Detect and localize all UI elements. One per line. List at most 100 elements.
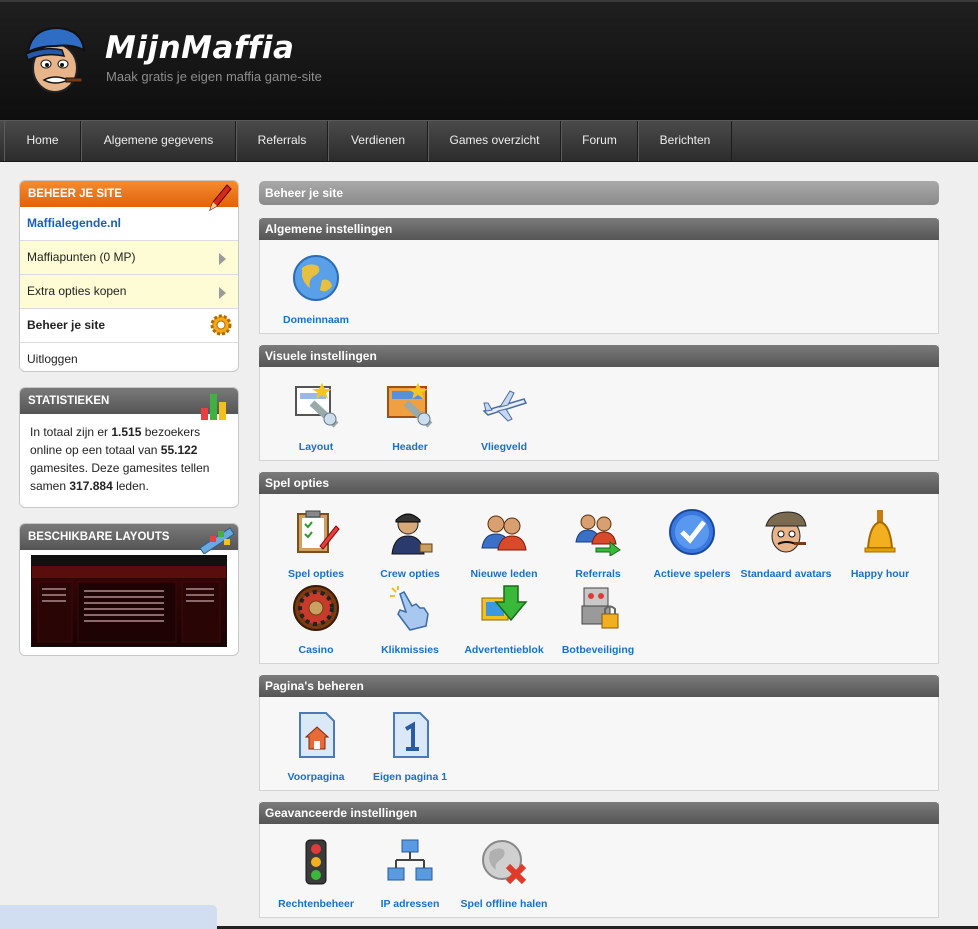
section-title: Visuele instellingen bbox=[259, 345, 939, 367]
advert-icon bbox=[481, 585, 528, 622]
nav-forum[interactable]: Forum bbox=[561, 121, 638, 161]
menu-beheer-je-site[interactable]: Beheer je site bbox=[20, 308, 238, 342]
airplane-icon bbox=[482, 390, 528, 422]
section-title: Spel opties bbox=[259, 472, 939, 494]
home-page-icon bbox=[299, 712, 335, 758]
item-rechtenbeheer[interactable]: Rechtenbeheer bbox=[270, 838, 362, 910]
site-domain-link[interactable]: Maffialegende.nl bbox=[20, 207, 238, 240]
menu-maffiapunten-label: Maffiapunten (0 MP) bbox=[27, 250, 136, 264]
item-label: Klikmissies bbox=[381, 644, 439, 656]
item-spel-offline-halen[interactable]: Spel offline halen bbox=[458, 838, 550, 910]
main-navigation: Home Algemene gegevens Referrals Verdien… bbox=[0, 120, 978, 162]
network-icon bbox=[387, 839, 433, 881]
item-standaard-avatars[interactable]: Standaard avatars bbox=[740, 508, 832, 580]
item-nieuwe-leden[interactable]: Nieuwe leden bbox=[458, 508, 550, 580]
statistics-header: STATISTIEKEN bbox=[20, 388, 238, 420]
item-label: Voorpagina bbox=[287, 771, 345, 783]
layout-icon bbox=[295, 383, 339, 428]
palette-icon bbox=[199, 527, 235, 554]
item-label: Standaard avatars bbox=[740, 568, 832, 580]
layouts-box: BESCHIKBARE LAYOUTS bbox=[19, 523, 239, 656]
stat-sites: 55.122 bbox=[160, 443, 198, 457]
nav-home[interactable]: Home bbox=[4, 121, 81, 161]
arrow-right-icon bbox=[219, 287, 226, 299]
layout-preview-thumbnail[interactable] bbox=[31, 555, 227, 647]
globe-offline-icon bbox=[482, 840, 527, 885]
item-referrals[interactable]: Referrals bbox=[552, 508, 644, 580]
officer-icon bbox=[391, 513, 433, 555]
clipboard-icon bbox=[297, 510, 340, 553]
users-arrow-icon bbox=[575, 514, 621, 557]
item-label: Advertentieblok bbox=[464, 644, 544, 656]
item-label: IP adressen bbox=[380, 898, 440, 910]
item-label: Vliegveld bbox=[480, 441, 528, 453]
mobster-icon bbox=[765, 511, 807, 553]
gear-icon bbox=[210, 314, 232, 336]
bell-icon bbox=[864, 510, 896, 553]
site-title: MijnMaffia bbox=[105, 30, 295, 66]
menu-maffiapunten[interactable]: Maffiapunten (0 MP) bbox=[20, 240, 238, 274]
checkmark-icon bbox=[669, 509, 715, 555]
menu-extra-opties[interactable]: Extra opties kopen bbox=[20, 274, 238, 308]
item-klikmissies[interactable]: Klikmissies bbox=[364, 584, 456, 656]
manage-site-title: BEHEER JE SITE bbox=[28, 188, 122, 200]
item-label: Rechtenbeheer bbox=[278, 898, 354, 910]
nav-berichten[interactable]: Berichten bbox=[638, 121, 732, 161]
item-label: Layout bbox=[298, 441, 334, 453]
item-label: Domeinnaam bbox=[283, 314, 349, 326]
item-casino[interactable]: Casino bbox=[270, 584, 362, 656]
item-spel-opties[interactable]: Spel opties bbox=[270, 508, 362, 580]
item-eigen-pagina-1[interactable]: Eigen pagina 1 bbox=[364, 711, 456, 783]
site-subtitle: Maak gratis je eigen maffia game-site bbox=[106, 69, 322, 84]
section-spel-opties: Spel opties Spel opties Crew opties Nieu… bbox=[259, 472, 939, 664]
nav-verdienen[interactable]: Verdienen bbox=[328, 121, 428, 161]
header-icon bbox=[387, 383, 433, 428]
nav-algemene-gegevens[interactable]: Algemene gegevens bbox=[81, 121, 236, 161]
robot-lock-icon bbox=[581, 587, 619, 629]
item-ip-adressen[interactable]: IP adressen bbox=[364, 838, 456, 910]
item-label: Actieve spelers bbox=[653, 568, 731, 580]
section-title: Pagina's beheren bbox=[259, 675, 939, 697]
page-one-icon bbox=[393, 712, 429, 758]
item-vliegveld[interactable]: Vliegveld bbox=[458, 381, 550, 453]
section-paginas-beheren: Pagina's beheren Voorpagina Eigen pagina… bbox=[259, 675, 939, 791]
item-actieve-spelers[interactable]: Actieve spelers bbox=[646, 508, 738, 580]
stat-visitors: 1.515 bbox=[111, 425, 142, 439]
item-advertentieblok[interactable]: Advertentieblok bbox=[458, 584, 550, 656]
item-label: Spel opties bbox=[287, 568, 344, 580]
item-label: Happy hour bbox=[850, 568, 910, 580]
item-crew-opties[interactable]: Crew opties bbox=[364, 508, 456, 580]
item-layout[interactable]: Layout bbox=[270, 381, 362, 453]
item-domeinnaam[interactable]: Domeinnaam bbox=[270, 254, 362, 326]
item-label: Header bbox=[392, 441, 428, 453]
manage-site-box: BEHEER JE SITE Maffialegende.nl Maffiapu… bbox=[19, 180, 239, 372]
traffic-light-icon bbox=[305, 839, 327, 885]
nav-referrals[interactable]: Referrals bbox=[236, 121, 328, 161]
statistics-text: In totaal zijn er 1.515 bezoekers online… bbox=[30, 425, 210, 493]
item-label: Casino bbox=[298, 644, 334, 656]
menu-extra-opties-label: Extra opties kopen bbox=[27, 284, 127, 298]
statistics-title: STATISTIEKEN bbox=[28, 395, 110, 407]
layouts-title: BESCHIKBARE LAYOUTS bbox=[28, 531, 170, 543]
item-header[interactable]: Header bbox=[364, 381, 456, 453]
page-title: Beheer je site bbox=[259, 181, 939, 205]
section-geavanceerde-instellingen: Geavanceerde instellingen Rechtenbeheer … bbox=[259, 802, 939, 918]
layout-preview-image bbox=[32, 556, 226, 643]
menu-uitloggen[interactable]: Uitloggen bbox=[20, 342, 238, 371]
section-visuele-instellingen: Visuele instellingen Layout Header Vlieg… bbox=[259, 345, 939, 461]
nav-games-overzicht[interactable]: Games overzicht bbox=[428, 121, 561, 161]
section-algemene-instellingen: Algemene instellingen Domeinnaam bbox=[259, 218, 939, 334]
globe-icon bbox=[293, 255, 339, 301]
section-title: Geavanceerde instellingen bbox=[259, 802, 939, 824]
status-bar bbox=[0, 905, 217, 929]
users-icon bbox=[481, 515, 527, 551]
arrow-right-icon bbox=[219, 253, 226, 265]
item-label: Spel offline halen bbox=[460, 898, 548, 910]
item-voorpagina[interactable]: Voorpagina bbox=[270, 711, 362, 783]
item-label: Eigen pagina 1 bbox=[372, 771, 448, 783]
item-happy-hour[interactable]: Happy hour bbox=[834, 508, 926, 580]
item-label: Referrals bbox=[575, 568, 621, 580]
statistics-box: STATISTIEKEN In totaal zijn er 1.515 bez… bbox=[19, 387, 239, 508]
item-botbeveiliging[interactable]: Botbeveiliging bbox=[552, 584, 644, 656]
site-header: MijnMaffia Maak gratis je eigen maffia g… bbox=[0, 0, 978, 120]
